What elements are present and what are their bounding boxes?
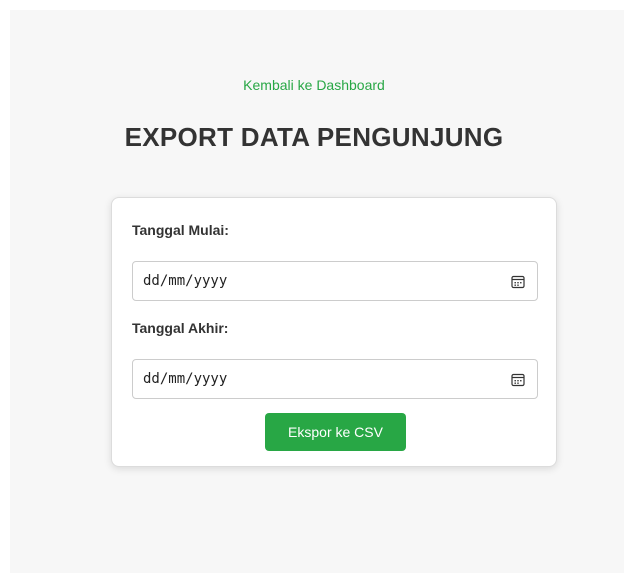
calendar-icon[interactable] <box>511 275 525 289</box>
start-date-label: Tanggal Mulai: <box>132 222 229 238</box>
calendar-icon[interactable] <box>511 373 525 387</box>
page-title: EXPORT DATA PENGUNJUNG <box>124 122 504 152</box>
end-date-input[interactable]: dd/mm/yyyy <box>132 359 538 399</box>
start-date-input[interactable]: dd/mm/yyyy <box>132 261 538 301</box>
end-date-value: dd/mm/yyyy <box>143 371 228 387</box>
start-date-value: dd/mm/yyyy <box>143 273 228 289</box>
page: Kembali ke Dashboard EXPORT DATA PENGUNJ… <box>10 10 624 573</box>
export-form-card: Tanggal Mulai: dd/mm/yyyy Tanggal Akhir:… <box>111 197 557 467</box>
back-to-dashboard-link[interactable]: Kembali ke Dashboard <box>10 77 618 93</box>
export-csv-button[interactable]: Ekspor ke CSV <box>265 413 406 451</box>
end-date-label: Tanggal Akhir: <box>132 320 229 336</box>
